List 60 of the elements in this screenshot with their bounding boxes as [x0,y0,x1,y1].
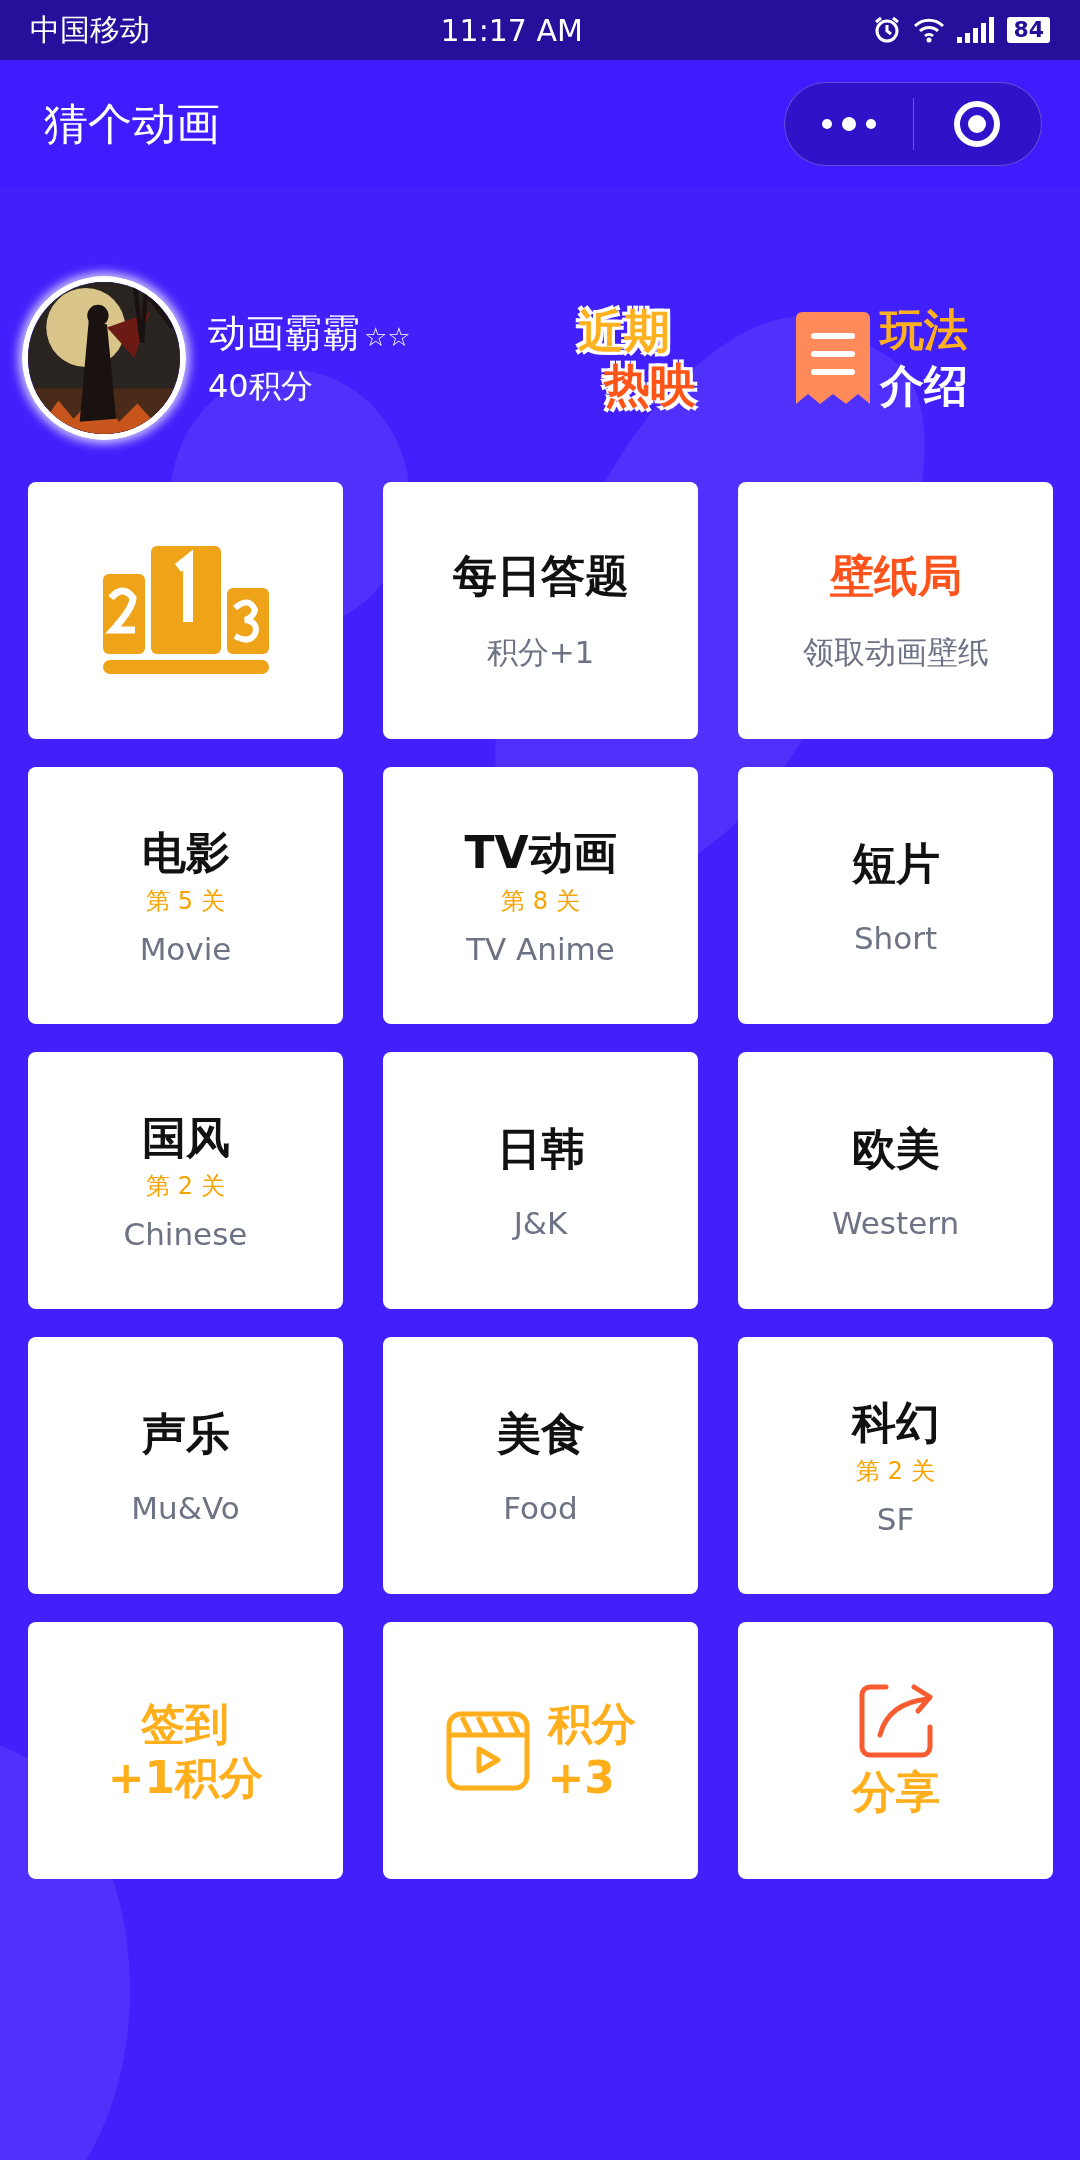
card-title: 短片 [851,837,940,891]
card-title: 美食 [496,1407,585,1461]
category-card[interactable]: 短片 Short [738,767,1053,1024]
level-label: 第 5 关 [146,886,225,917]
card-subtitle: J&K [513,1205,568,1241]
card-subtitle: 积分+1 [486,633,595,672]
video-icon [445,1710,530,1791]
card-subtitle: Food [503,1490,578,1526]
receipt-icon [796,312,870,404]
reward-label: +3 [547,1750,615,1805]
share-icon [857,1682,934,1759]
card-subtitle: Short [853,920,938,956]
level-label: 第 2 关 [856,1456,935,1487]
category-card[interactable]: 电影 第 5 关 Movie [28,767,343,1024]
wifi-icon [913,17,946,43]
category-card[interactable]: 美食 Food [383,1337,698,1594]
card-title: 电影 [141,826,230,880]
user-name: 动画霸霸 [208,309,360,357]
clock: 11:17 AM [440,12,583,48]
card-subtitle: Mu&Vo [131,1490,240,1526]
card-title: TV动画 [464,826,617,880]
podium-icon [102,545,269,676]
card-title: 日韩 [496,1122,585,1176]
level-label: 第 2 关 [146,1171,225,1202]
target-icon [952,99,1003,149]
category-card[interactable]: 科幻 第 2 关 SF [738,1337,1053,1594]
page-title: 猜个动画 [44,96,220,151]
category-card[interactable]: 壁纸局 领取动画壁纸 [738,482,1053,739]
points-label: 40积分 [208,365,314,407]
card-subtitle: Chinese [123,1216,248,1252]
category-card[interactable]: 欧美 Western [738,1052,1053,1309]
signal-icon [957,17,996,43]
card-subtitle: Movie [139,931,232,967]
how-to-play-button[interactable]: 玩法 介绍 [880,302,968,414]
card-title: 每日答题 [452,549,629,603]
card-title: 欧美 [851,1122,940,1176]
now-showing-button[interactable]: 近期 热映 [578,304,696,412]
category-card[interactable]: 声乐 Mu&Vo [28,1337,343,1594]
share-label: 分享 [851,1764,940,1819]
category-card[interactable]: 国风 第 2 关 Chinese [28,1052,343,1309]
rank-stars: ☆☆ [364,321,411,352]
card-subtitle: TV Anime [466,931,615,967]
carrier-label: 中国移动 [30,10,150,49]
card-subtitle: Western [831,1205,960,1241]
category-card[interactable]: 日韩 J&K [383,1052,698,1309]
alarm-icon [873,16,902,44]
card-subtitle: 领取动画壁纸 [802,633,989,672]
category-card[interactable]: TV动画 第 8 关 TV Anime [383,767,698,1024]
more-icon [820,116,877,132]
reward-label: 积分 [547,1696,636,1751]
card-title: 国风 [141,1111,230,1165]
card-subtitle: SF [876,1501,915,1537]
battery-indicator: 84 [1007,17,1050,43]
card-title: 壁纸局 [829,549,962,603]
level-label: 第 8 关 [501,886,580,917]
card-title: 声乐 [141,1407,230,1461]
checkin-label: +1积分 [107,1750,264,1805]
checkin-label: 签到 [141,1696,230,1751]
category-card[interactable]: 每日答题 积分+1 [383,482,698,739]
card-title: 科幻 [851,1396,940,1450]
